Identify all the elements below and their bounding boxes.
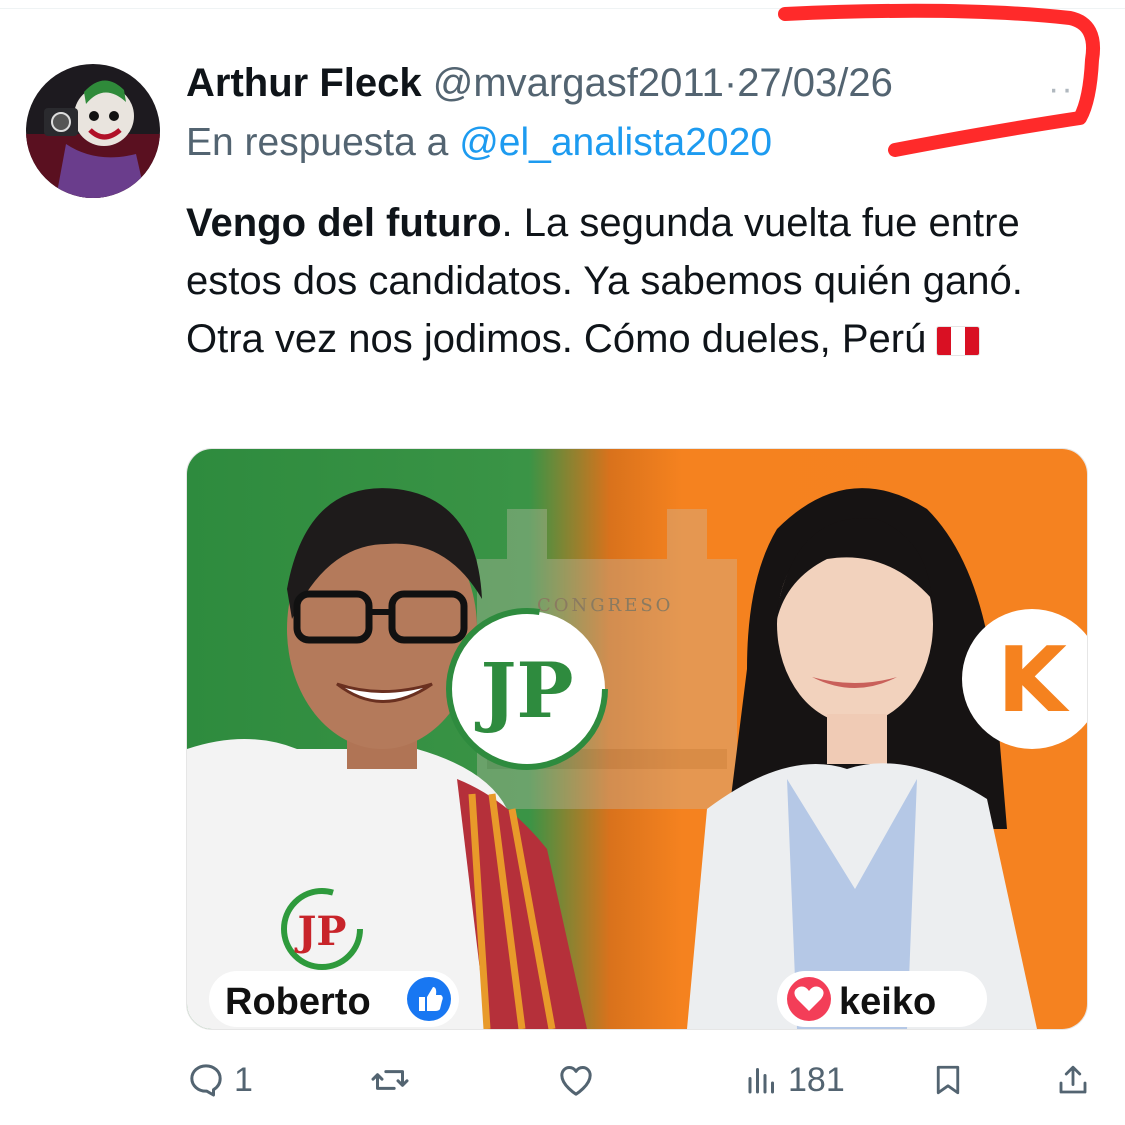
avatar[interactable]: [26, 64, 160, 198]
roberto-name-pill: Roberto: [209, 971, 459, 1027]
building-sign: CONGRESO: [537, 595, 673, 616]
tweet-text: Vengo del futuro. La segunda vuelta fue …: [186, 194, 1026, 368]
views-button[interactable]: 181: [744, 1058, 845, 1102]
header-separator: ·: [723, 61, 738, 105]
more-options-icon[interactable]: ··: [1048, 70, 1075, 109]
reply-to-link[interactable]: @el_analista2020: [459, 121, 772, 164]
flag-peru-icon: [936, 326, 981, 357]
author-handle[interactable]: @mvargasf2011: [433, 61, 724, 105]
author-name[interactable]: Arthur Fleck: [186, 61, 422, 105]
bookmark-button[interactable]: [930, 1058, 966, 1102]
bookmark-icon: [936, 1065, 960, 1095]
reply-context: En respuesta a @el_analista2020: [186, 118, 772, 168]
tweet-header: Arthur Fleck @mvargasf2011·27/03/26: [186, 58, 893, 108]
svg-text:JP: JP: [474, 646, 573, 735]
reply-icon: [190, 1064, 222, 1097]
svg-text:JP: JP: [294, 908, 346, 955]
retweet-button[interactable]: [368, 1058, 420, 1102]
top-divider: [0, 8, 1125, 9]
reply-button[interactable]: 1: [186, 1058, 253, 1102]
share-icon: [1059, 1065, 1087, 1094]
reply-count: 1: [234, 1060, 253, 1099]
retweet-icon: [371, 1070, 409, 1090]
views-bar-chart-icon: [748, 1068, 774, 1094]
keiko-name-pill: keiko: [777, 971, 987, 1027]
like-button[interactable]: [555, 1058, 605, 1102]
svg-text:keiko: keiko: [839, 981, 936, 1023]
tweet-date[interactable]: 27/03/26: [737, 61, 893, 105]
jp-party-logo: JP: [446, 608, 608, 770]
views-count: 181: [788, 1060, 845, 1099]
reply-label: En respuesta a: [186, 121, 449, 164]
tweet-media-image[interactable]: CONGRESO JP K JP Roberto keiko: [186, 448, 1088, 1030]
svg-text:K: K: [997, 628, 1070, 733]
tweet-text-bold: Vengo del futuro: [186, 201, 502, 245]
heart-outline-icon: [560, 1066, 592, 1096]
svg-text:Roberto: Roberto: [225, 981, 371, 1023]
share-button[interactable]: [1055, 1058, 1091, 1102]
